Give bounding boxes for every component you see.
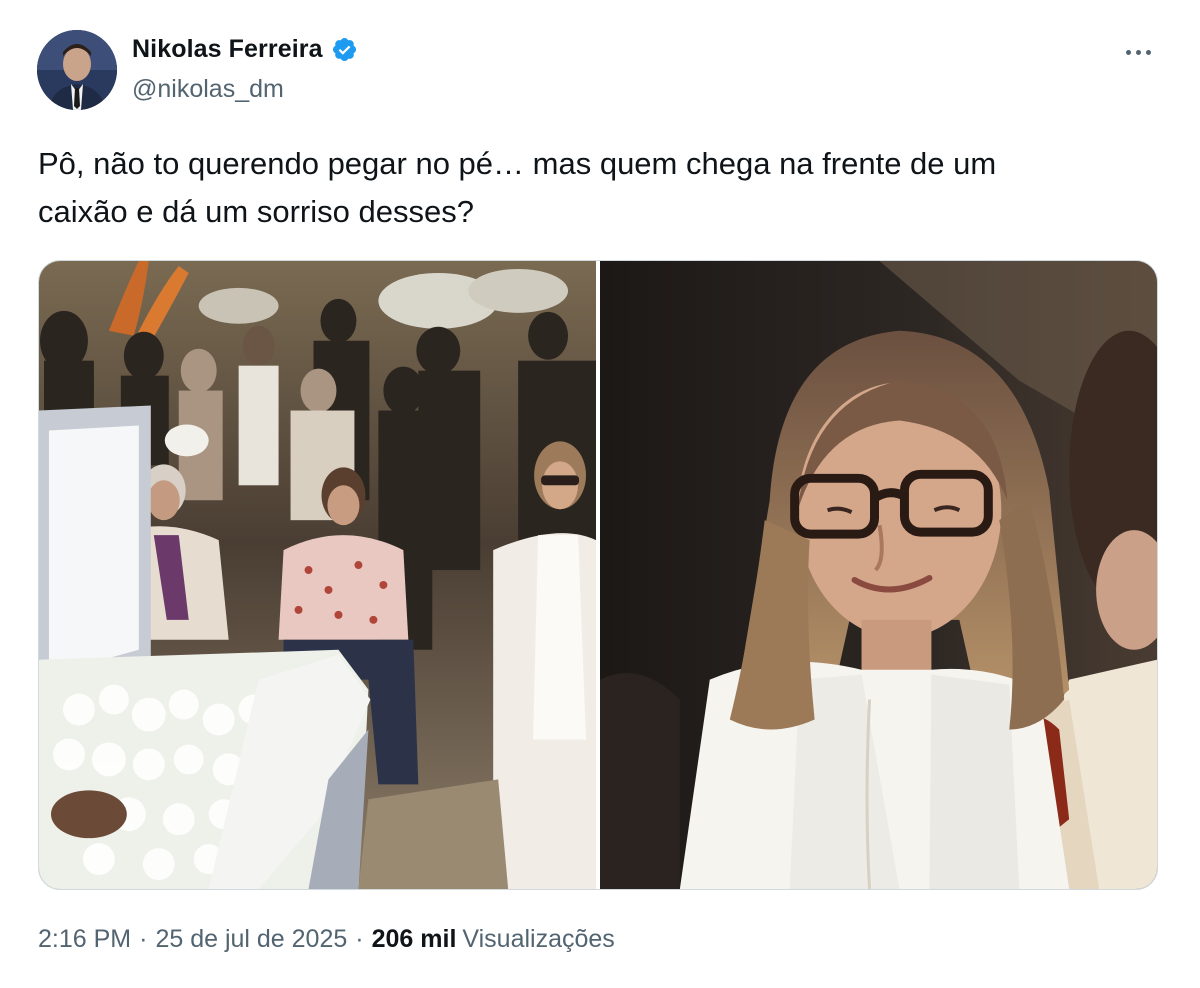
tweet-text-line-2: caixão e dá um sorriso desses? <box>38 194 474 229</box>
author-name[interactable]: Nikolas Ferreira <box>132 35 323 64</box>
author-handle[interactable]: @nikolas_dm <box>132 75 284 104</box>
timestamp-date[interactable]: 25 de jul de 2025 <box>155 925 347 954</box>
media-grid <box>38 260 1158 890</box>
separator: · <box>139 925 148 953</box>
avatar[interactable] <box>37 30 117 110</box>
tweet-text-line-1: Pô, não to querendo pegar no pé… mas que… <box>38 146 997 181</box>
woman-smiling-closeup-photo[interactable] <box>600 261 1157 889</box>
more-options-icon[interactable] <box>1118 38 1158 66</box>
tweet-text: Pô, não to querendo pegar no pé… mas que… <box>38 140 1148 236</box>
views-label[interactable]: Visualizações <box>462 925 614 954</box>
timestamp-time[interactable]: 2:16 PM <box>38 925 131 954</box>
avatar-image <box>37 30 117 110</box>
tweet-meta: 2:16 PM · 25 de jul de 2025 · 206 mil Vi… <box>38 925 615 954</box>
funeral-crowd-photo[interactable] <box>39 261 596 889</box>
separator: · <box>355 925 364 953</box>
views-count: 206 mil <box>371 925 457 953</box>
verified-badge-icon <box>331 36 358 63</box>
